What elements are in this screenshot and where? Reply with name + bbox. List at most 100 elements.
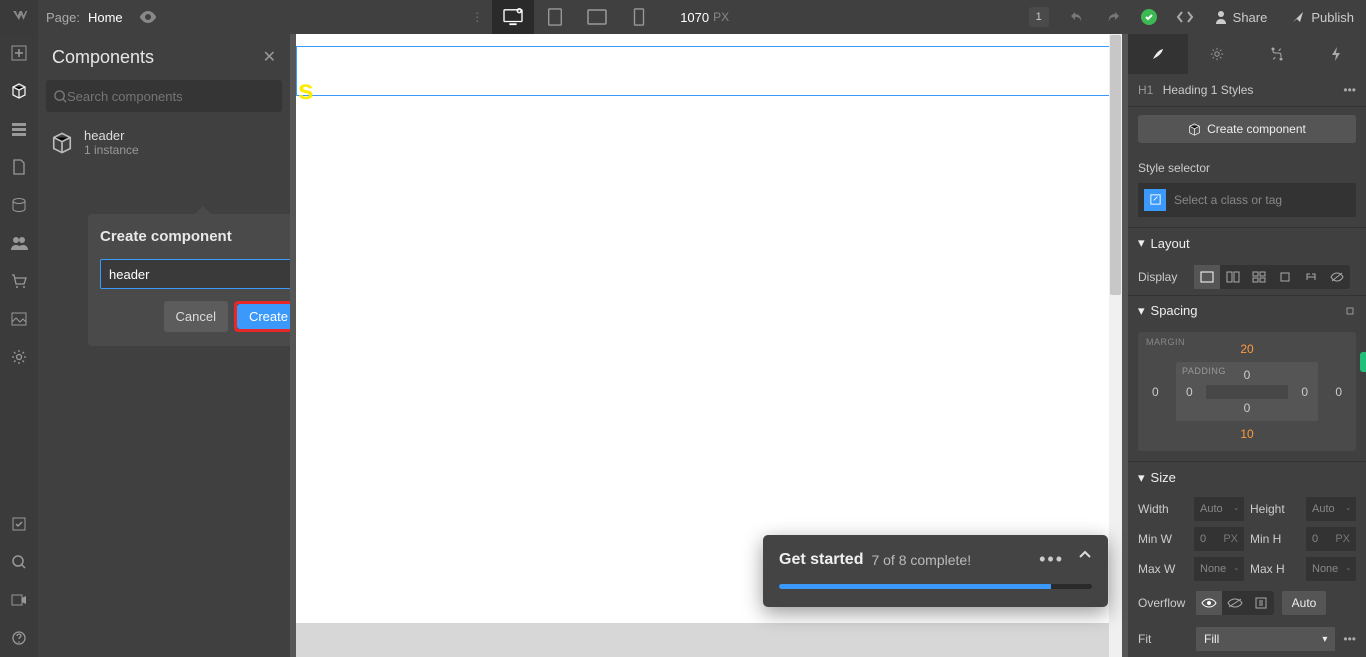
- fit-more-icon[interactable]: •••: [1343, 632, 1356, 646]
- minw-label: Min W: [1138, 527, 1188, 551]
- layout-section-head[interactable]: ▾ Layout: [1128, 227, 1366, 259]
- preview-toggle-icon[interactable]: [133, 0, 163, 34]
- help-button[interactable]: [0, 619, 38, 657]
- toast-more-icon[interactable]: •••: [1039, 549, 1064, 570]
- display-label: Display: [1138, 270, 1188, 284]
- display-block-button[interactable]: [1194, 265, 1220, 289]
- components-search[interactable]: [46, 80, 282, 112]
- video-button[interactable]: [0, 581, 38, 619]
- overflow-hidden-button[interactable]: [1222, 591, 1248, 615]
- device-tablet-button[interactable]: [534, 0, 576, 34]
- component-item-text: header 1 instance: [84, 128, 139, 157]
- canvas-width-value[interactable]: 1070: [680, 10, 709, 25]
- create-component-button[interactable]: Create component: [1138, 115, 1356, 143]
- edge-indicator[interactable]: [1360, 352, 1366, 372]
- spacing-expand-icon[interactable]: [1344, 305, 1356, 317]
- maxw-input[interactable]: None-: [1194, 557, 1244, 581]
- navigator-button[interactable]: [0, 110, 38, 148]
- status-ok-icon[interactable]: [1131, 0, 1167, 34]
- undo-button[interactable]: [1059, 0, 1095, 34]
- selection-more-icon[interactable]: •••: [1343, 83, 1356, 97]
- more-icon[interactable]: ⋮: [462, 10, 492, 24]
- scrollbar-thumb[interactable]: [1110, 35, 1121, 295]
- device-tablet-landscape-button[interactable]: [576, 0, 618, 34]
- publish-button[interactable]: Publish: [1279, 0, 1366, 34]
- maxh-input[interactable]: None-: [1306, 557, 1356, 581]
- size-section-head[interactable]: ▾ Size: [1128, 461, 1366, 493]
- audit-button[interactable]: [0, 505, 38, 543]
- add-element-button[interactable]: [0, 34, 38, 72]
- redo-button[interactable]: [1095, 0, 1131, 34]
- fit-select[interactable]: Fill ▾: [1196, 627, 1335, 651]
- canvas-width-unit: PX: [713, 10, 729, 24]
- padding-bottom[interactable]: 0: [1244, 401, 1251, 415]
- margin-bottom[interactable]: 10: [1240, 427, 1253, 441]
- selected-element-outline[interactable]: [296, 46, 1122, 96]
- size-grid: Width Auto- Height Auto- Min W 0PX Min H…: [1128, 493, 1366, 585]
- width-input[interactable]: Auto-: [1194, 497, 1244, 521]
- display-grid-button[interactable]: [1246, 265, 1272, 289]
- padding-left[interactable]: 0: [1186, 385, 1193, 399]
- selection-row: H1 Heading 1 Styles •••: [1128, 74, 1366, 108]
- cancel-button[interactable]: Cancel: [164, 301, 228, 332]
- share-label: Share: [1233, 10, 1268, 25]
- interactions-tab[interactable]: [1247, 34, 1307, 74]
- display-none-button[interactable]: [1324, 265, 1350, 289]
- pages-button[interactable]: [0, 148, 38, 186]
- height-input[interactable]: Auto-: [1306, 497, 1356, 521]
- canvas-heading-text[interactable]: s: [298, 74, 314, 106]
- padding-right[interactable]: 0: [1301, 385, 1308, 399]
- spacing-section-head[interactable]: ▾ Spacing: [1128, 295, 1366, 327]
- toast-progress-bar: [779, 584, 1092, 589]
- close-icon[interactable]: ✕: [263, 47, 276, 67]
- webflow-logo[interactable]: [0, 0, 38, 34]
- padding-box: PADDING 0 0 0 0: [1176, 362, 1318, 421]
- display-row: Display: [1128, 259, 1366, 295]
- search-button[interactable]: [0, 543, 38, 581]
- effects-tab[interactable]: [1307, 34, 1366, 74]
- margin-top[interactable]: 20: [1240, 342, 1253, 356]
- overflow-label: Overflow: [1138, 596, 1188, 610]
- cube-icon: [1188, 123, 1201, 136]
- assets-button[interactable]: [0, 300, 38, 338]
- display-flex-button[interactable]: [1220, 265, 1246, 289]
- ecommerce-button[interactable]: [0, 262, 38, 300]
- share-button[interactable]: Share: [1203, 0, 1280, 34]
- minh-input[interactable]: 0PX: [1306, 527, 1356, 551]
- export-code-button[interactable]: [1167, 0, 1203, 34]
- changes-badge[interactable]: 1: [1029, 7, 1049, 27]
- overflow-scroll-button[interactable]: [1248, 591, 1274, 615]
- toast-progress-fill: [779, 584, 1051, 589]
- device-mobile-button[interactable]: [618, 0, 660, 34]
- minw-input[interactable]: 0PX: [1194, 527, 1244, 551]
- create-component-input[interactable]: [100, 259, 303, 289]
- toast-collapse-icon[interactable]: [1078, 549, 1092, 570]
- chevron-down-icon: ▾: [1138, 303, 1145, 319]
- padding-top[interactable]: 0: [1244, 368, 1251, 382]
- component-item[interactable]: header 1 instance: [38, 120, 290, 165]
- width-label: Width: [1138, 497, 1188, 521]
- spacing-label: Spacing: [1151, 303, 1198, 318]
- canvas-scrollbar[interactable]: [1109, 34, 1122, 657]
- settings-tab[interactable]: [1188, 34, 1248, 74]
- device-desktop-button[interactable]: ★: [492, 0, 534, 34]
- selector-placeholder: Select a class or tag: [1174, 193, 1282, 207]
- style-tab[interactable]: [1128, 34, 1188, 74]
- style-selector[interactable]: Select a class or tag: [1138, 183, 1356, 217]
- cms-button[interactable]: [0, 186, 38, 224]
- margin-left[interactable]: 0: [1152, 385, 1159, 399]
- display-inlineblock-button[interactable]: [1272, 265, 1298, 289]
- create-component-dialog: Create component Cancel Create: [88, 214, 315, 346]
- components-search-input[interactable]: [67, 89, 274, 104]
- overflow-auto-button[interactable]: Auto: [1282, 591, 1326, 615]
- display-inline-button[interactable]: [1298, 265, 1324, 289]
- margin-right[interactable]: 0: [1335, 385, 1342, 399]
- settings-button[interactable]: [0, 338, 38, 376]
- users-button[interactable]: [0, 224, 38, 262]
- components-button[interactable]: [0, 72, 38, 110]
- select-chevron-icon: ▾: [1322, 634, 1327, 645]
- dialog-arrow: [195, 206, 211, 214]
- overflow-visible-button[interactable]: [1196, 591, 1222, 615]
- left-icon-rail: [0, 34, 38, 657]
- page-name[interactable]: Home: [88, 10, 133, 25]
